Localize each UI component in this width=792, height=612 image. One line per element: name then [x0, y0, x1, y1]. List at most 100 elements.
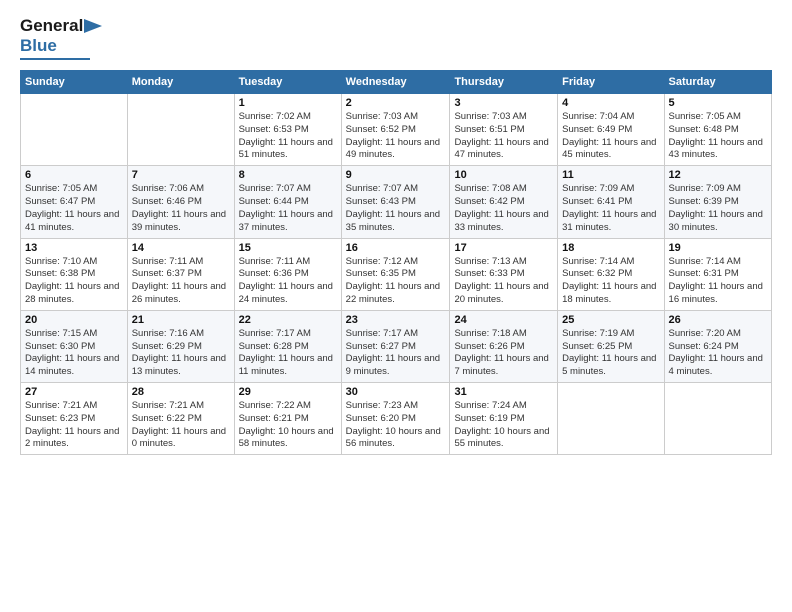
calendar-week-5: 27 Sunrise: 7:21 AMSunset: 6:23 PMDayligh…	[21, 383, 772, 455]
calendar-cell: 8 Sunrise: 7:07 AMSunset: 6:44 PMDaylight…	[234, 166, 341, 238]
weekday-header-monday: Monday	[127, 71, 234, 94]
calendar-cell: 25Sunrise: 7:19 AMSunset: 6:25 PMDayligh…	[558, 310, 664, 382]
page-header: General Blue	[20, 16, 772, 60]
cell-info: Sunrise: 7:23 AMSunset: 6:20 PMDaylight:…	[346, 400, 446, 451]
cell-info: Sunrise: 7:13 AMSunset: 6:33 PMDaylight:…	[454, 256, 553, 307]
cell-day-number: 29	[239, 386, 337, 398]
calendar-cell: 7 Sunrise: 7:06 AMSunset: 6:46 PMDaylight…	[127, 166, 234, 238]
cell-info: Sunrise: 7:09 AMSunset: 6:41 PMDaylight:…	[562, 183, 659, 234]
calendar-cell: 27 Sunrise: 7:21 AMSunset: 6:23 PMDayligh…	[21, 383, 128, 455]
calendar-cell: 16 Sunrise: 7:12 AMSunset: 6:35 PMDayligh…	[341, 238, 450, 310]
cell-day-number: 23	[346, 314, 446, 326]
calendar-cell: 30 Sunrise: 7:23 AMSunset: 6:20 PMDayligh…	[341, 383, 450, 455]
weekday-header-sunday: Sunday	[21, 71, 128, 94]
calendar-cell: 17 Sunrise: 7:13 AMSunset: 6:33 PMDayligh…	[450, 238, 558, 310]
cell-info: Sunrise: 7:19 AMSunset: 6:25 PMDaylight:…	[562, 328, 659, 379]
cell-day-number: 3	[454, 97, 553, 109]
cell-info: Sunrise: 7:04 AMSunset: 6:49 PMDaylight:…	[562, 111, 659, 162]
calendar-cell: 28Sunrise: 7:21 AMSunset: 6:22 PMDayligh…	[127, 383, 234, 455]
cell-info: Sunrise: 7:24 AMSunset: 6:19 PMDaylight:…	[454, 400, 553, 451]
cell-day-number: 11	[562, 169, 659, 181]
cell-info: Sunrise: 7:12 AMSunset: 6:35 PMDaylight:…	[346, 256, 446, 307]
calendar-week-3: 13 Sunrise: 7:10 AMSunset: 6:38 PMDayligh…	[21, 238, 772, 310]
cell-day-number: 4	[562, 97, 659, 109]
cell-day-number: 16	[346, 242, 446, 254]
cell-info: Sunrise: 7:17 AMSunset: 6:28 PMDaylight:…	[239, 328, 337, 379]
calendar-cell: 21Sunrise: 7:16 AMSunset: 6:29 PMDayligh…	[127, 310, 234, 382]
cell-info: Sunrise: 7:09 AMSunset: 6:39 PMDaylight:…	[669, 183, 767, 234]
cell-info: Sunrise: 7:15 AMSunset: 6:30 PMDaylight:…	[25, 328, 123, 379]
logo-underline	[20, 58, 90, 60]
cell-info: Sunrise: 7:07 AMSunset: 6:43 PMDaylight:…	[346, 183, 446, 234]
cell-info: Sunrise: 7:11 AMSunset: 6:37 PMDaylight:…	[132, 256, 230, 307]
cell-day-number: 13	[25, 242, 123, 254]
calendar-week-2: 6 Sunrise: 7:05 AMSunset: 6:47 PMDaylight…	[21, 166, 772, 238]
cell-info: Sunrise: 7:07 AMSunset: 6:44 PMDaylight:…	[239, 183, 337, 234]
cell-info: Sunrise: 7:08 AMSunset: 6:42 PMDaylight:…	[454, 183, 553, 234]
logo: General Blue	[20, 16, 102, 60]
calendar-cell: 3 Sunrise: 7:03 AMSunset: 6:51 PMDaylight…	[450, 94, 558, 166]
calendar-week-4: 20 Sunrise: 7:15 AMSunset: 6:30 PMDayligh…	[21, 310, 772, 382]
calendar-cell: 9 Sunrise: 7:07 AMSunset: 6:43 PMDaylight…	[341, 166, 450, 238]
cell-info: Sunrise: 7:02 AMSunset: 6:53 PMDaylight:…	[239, 111, 337, 162]
cell-info: Sunrise: 7:05 AMSunset: 6:47 PMDaylight:…	[25, 183, 123, 234]
calendar-cell: 19Sunrise: 7:14 AMSunset: 6:31 PMDayligh…	[664, 238, 771, 310]
cell-day-number: 15	[239, 242, 337, 254]
cell-day-number: 12	[669, 169, 767, 181]
weekday-header-wednesday: Wednesday	[341, 71, 450, 94]
cell-day-number: 8	[239, 169, 337, 181]
calendar-week-1: 1Sunrise: 7:02 AMSunset: 6:53 PMDaylight…	[21, 94, 772, 166]
calendar-cell: 23 Sunrise: 7:17 AMSunset: 6:27 PMDayligh…	[341, 310, 450, 382]
cell-day-number: 31	[454, 386, 553, 398]
cell-day-number: 26	[669, 314, 767, 326]
cell-info: Sunrise: 7:18 AMSunset: 6:26 PMDaylight:…	[454, 328, 553, 379]
cell-info: Sunrise: 7:05 AMSunset: 6:48 PMDaylight:…	[669, 111, 767, 162]
logo-general: General	[20, 16, 83, 36]
calendar-cell: 31 Sunrise: 7:24 AMSunset: 6:19 PMDayligh…	[450, 383, 558, 455]
calendar-cell: 26 Sunrise: 7:20 AMSunset: 6:24 PMDayligh…	[664, 310, 771, 382]
cell-info: Sunrise: 7:21 AMSunset: 6:23 PMDaylight:…	[25, 400, 123, 451]
cell-info: Sunrise: 7:14 AMSunset: 6:31 PMDaylight:…	[669, 256, 767, 307]
calendar-page: General Blue SundayMondayTuesdayWednesda…	[0, 0, 792, 465]
calendar-cell: 29 Sunrise: 7:22 AMSunset: 6:21 PMDayligh…	[234, 383, 341, 455]
weekday-header-tuesday: Tuesday	[234, 71, 341, 94]
calendar-cell: 10Sunrise: 7:08 AMSunset: 6:42 PMDayligh…	[450, 166, 558, 238]
cell-day-number: 9	[346, 169, 446, 181]
cell-info: Sunrise: 7:10 AMSunset: 6:38 PMDaylight:…	[25, 256, 123, 307]
calendar-cell	[127, 94, 234, 166]
cell-info: Sunrise: 7:20 AMSunset: 6:24 PMDaylight:…	[669, 328, 767, 379]
cell-info: Sunrise: 7:21 AMSunset: 6:22 PMDaylight:…	[132, 400, 230, 451]
calendar-cell: 2Sunrise: 7:03 AMSunset: 6:52 PMDaylight…	[341, 94, 450, 166]
calendar-cell: 5 Sunrise: 7:05 AMSunset: 6:48 PMDaylight…	[664, 94, 771, 166]
cell-day-number: 20	[25, 314, 123, 326]
calendar-cell: 15 Sunrise: 7:11 AMSunset: 6:36 PMDayligh…	[234, 238, 341, 310]
cell-info: Sunrise: 7:14 AMSunset: 6:32 PMDaylight:…	[562, 256, 659, 307]
cell-info: Sunrise: 7:11 AMSunset: 6:36 PMDaylight:…	[239, 256, 337, 307]
cell-day-number: 2	[346, 97, 446, 109]
calendar-cell: 22Sunrise: 7:17 AMSunset: 6:28 PMDayligh…	[234, 310, 341, 382]
cell-day-number: 27	[25, 386, 123, 398]
cell-info: Sunrise: 7:03 AMSunset: 6:51 PMDaylight:…	[454, 111, 553, 162]
weekday-header-saturday: Saturday	[664, 71, 771, 94]
cell-day-number: 14	[132, 242, 230, 254]
cell-day-number: 17	[454, 242, 553, 254]
cell-day-number: 5	[669, 97, 767, 109]
weekday-header-thursday: Thursday	[450, 71, 558, 94]
cell-day-number: 6	[25, 169, 123, 181]
cell-info: Sunrise: 7:17 AMSunset: 6:27 PMDaylight:…	[346, 328, 446, 379]
cell-info: Sunrise: 7:06 AMSunset: 6:46 PMDaylight:…	[132, 183, 230, 234]
calendar-cell	[558, 383, 664, 455]
logo-arrow-icon	[84, 19, 102, 33]
calendar-cell: 1Sunrise: 7:02 AMSunset: 6:53 PMDaylight…	[234, 94, 341, 166]
calendar-cell: 18Sunrise: 7:14 AMSunset: 6:32 PMDayligh…	[558, 238, 664, 310]
cell-day-number: 7	[132, 169, 230, 181]
cell-day-number: 21	[132, 314, 230, 326]
calendar-cell: 6 Sunrise: 7:05 AMSunset: 6:47 PMDaylight…	[21, 166, 128, 238]
cell-day-number: 24	[454, 314, 553, 326]
calendar-cell: 14 Sunrise: 7:11 AMSunset: 6:37 PMDayligh…	[127, 238, 234, 310]
calendar-cell: 13 Sunrise: 7:10 AMSunset: 6:38 PMDayligh…	[21, 238, 128, 310]
calendar-cell	[21, 94, 128, 166]
cell-day-number: 30	[346, 386, 446, 398]
calendar-cell: 20 Sunrise: 7:15 AMSunset: 6:30 PMDayligh…	[21, 310, 128, 382]
cell-info: Sunrise: 7:22 AMSunset: 6:21 PMDaylight:…	[239, 400, 337, 451]
